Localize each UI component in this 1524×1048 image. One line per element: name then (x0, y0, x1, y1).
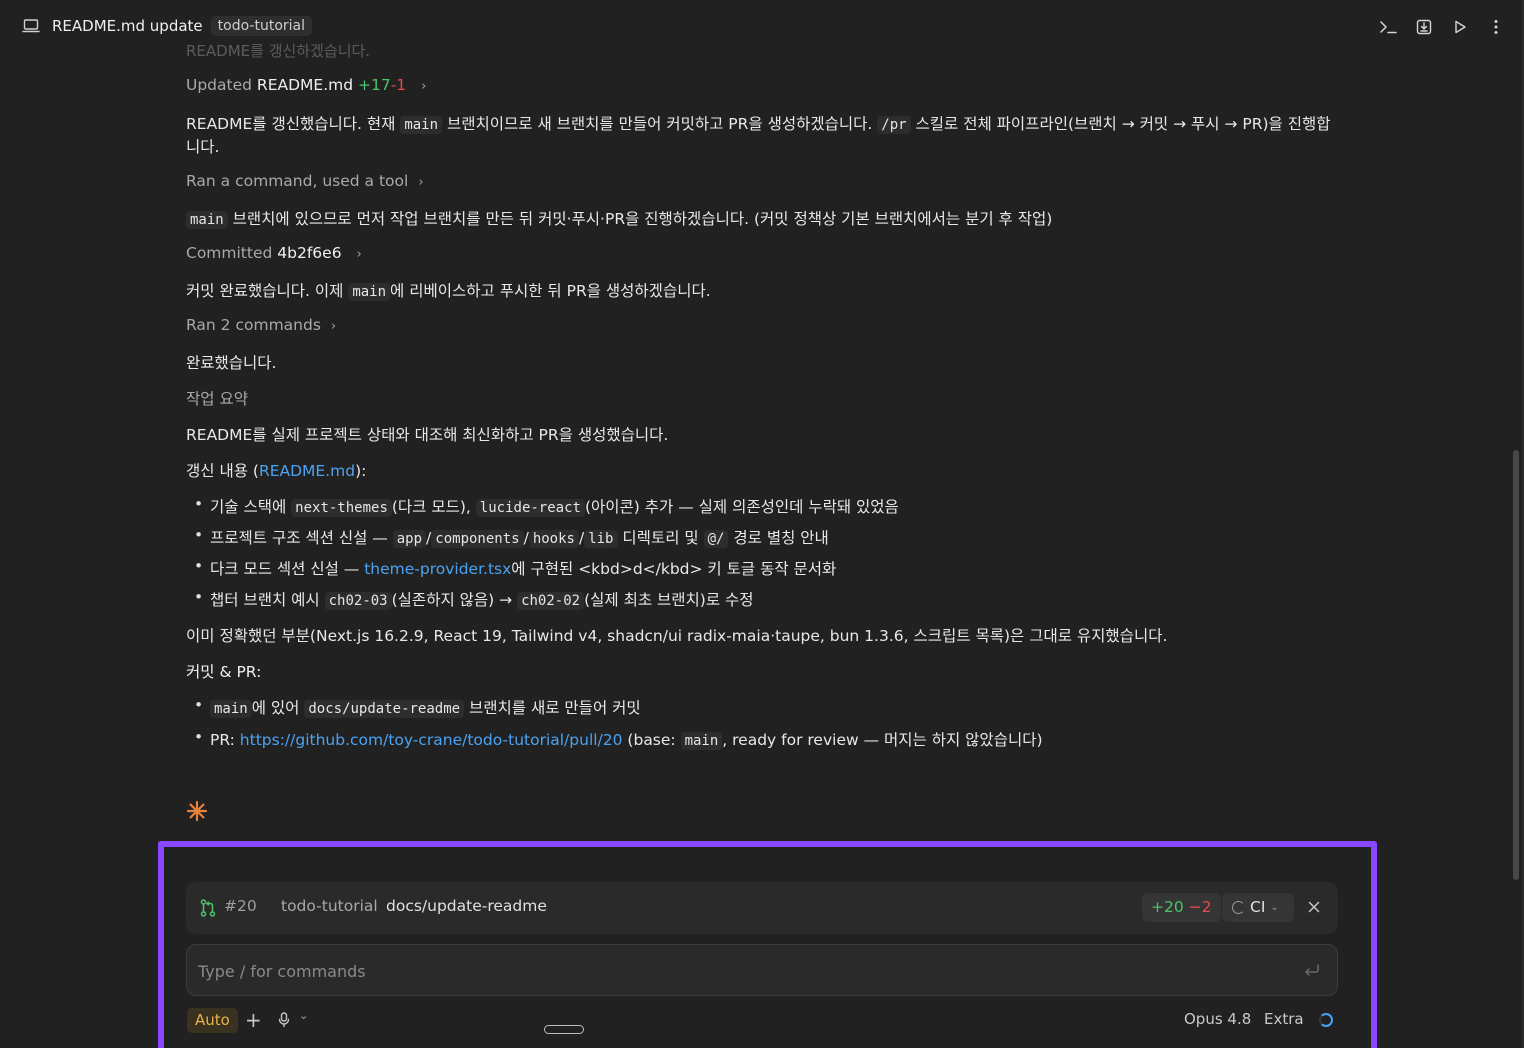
prompt-input[interactable] (198, 958, 1278, 984)
lines-added: +17 (358, 76, 391, 94)
assistant-message-1: README를 갱신했습니다. 현재 main 브랜치이므로 새 브랜치를 만들… (186, 115, 1331, 134)
pr-link[interactable]: https://github.com/toy-crane/todo-tutori… (240, 731, 623, 749)
assistant-message-3: 커밋 완료했습니다. 이제 main 에 리베이스하고 푸시한 뒤 PR을 생성하… (186, 282, 711, 301)
scrollbar[interactable] (1513, 450, 1519, 880)
list-item: 프로젝트 구조 섹션 신설 — app/components/hooks/lib… (194, 526, 829, 548)
download-icon[interactable] (1414, 17, 1434, 37)
enter-icon[interactable] (1303, 962, 1321, 978)
model-selector[interactable]: Opus 4.8 (1184, 1010, 1251, 1028)
tool-use-row[interactable]: Ran a command, used a tool › (186, 172, 424, 190)
chevron-down-icon[interactable]: ⌄ (299, 1009, 308, 1022)
pr-repo: todo-tutorial (281, 897, 378, 915)
updated-label: Updated (186, 76, 252, 94)
assistant-message-2: main 브랜치에 있으므로 먼저 작업 브랜치를 만든 뒤 커밋·푸시·PR을… (186, 207, 1052, 229)
mode-auto-button[interactable]: Auto (187, 1008, 238, 1033)
theme-provider-link[interactable]: theme-provider.tsx (364, 560, 511, 578)
loading-spinner-icon (1319, 1013, 1333, 1027)
pr-branch: docs/update-readme (386, 897, 547, 915)
summary-heading: 작업 요약 (186, 390, 248, 408)
commands-label: Ran 2 commands (186, 316, 321, 334)
close-icon[interactable] (1304, 897, 1324, 917)
ci-label: CI (1250, 898, 1266, 916)
readme-link[interactable]: README.md (259, 462, 355, 480)
lines-removed: -1 (390, 76, 407, 94)
ci-status-dropdown[interactable]: CI ⌄ (1222, 893, 1294, 922)
effort-selector[interactable]: Extra (1264, 1010, 1304, 1028)
list-item: PR: https://github.com/toy-crane/todo-tu… (194, 728, 1043, 750)
committed-row[interactable]: Committed 4b2f6e6 › (186, 244, 362, 262)
faded-message: README를 갱신하겠습니다. (186, 42, 371, 60)
pr-status-bar[interactable]: #20 todo-tutorial docs/update-readme +20… (186, 882, 1338, 934)
chevron-right-icon: › (421, 79, 427, 94)
list-item: main에 있어 docs/update-readme 브랜치를 새로 만들어 … (194, 696, 641, 718)
pr-lines-added: +20 (1151, 898, 1184, 916)
pr-diff-stat[interactable]: +20 −2 (1142, 893, 1221, 922)
summary-line: README를 실제 프로젝트 상태와 대조해 최신화하고 PR을 생성했습니다… (186, 426, 669, 444)
list-item: 챕터 브랜치 예시 ch02-03(실존하지 않음) → ch02-02(실제 … (194, 588, 754, 610)
more-vertical-icon[interactable] (1486, 17, 1506, 37)
kept-line: 이미 정확했던 부분(Next.js 16.2.9, React 19, Tai… (186, 627, 1168, 645)
pr-number[interactable]: #20 (224, 897, 257, 915)
microphone-icon[interactable] (278, 1012, 292, 1030)
updated-file-row[interactable]: Updated README.md +17-1 › (186, 76, 426, 94)
done-message: 완료했습니다. (186, 354, 277, 372)
commands-row[interactable]: Ran 2 commands › (186, 316, 336, 334)
prompt-box (186, 944, 1338, 996)
git-pull-request-icon (200, 899, 216, 917)
chevron-down-icon: ⌄ (1270, 902, 1279, 913)
plus-icon[interactable]: + (245, 1008, 263, 1032)
list-item: 다크 모드 섹션 신설 — theme-provider.tsx에 구현된 <k… (194, 557, 836, 579)
play-icon[interactable] (1450, 17, 1470, 37)
commit-hash: 4b2f6e6 (277, 244, 342, 262)
terminal-icon[interactable] (1378, 17, 1398, 37)
app-window: README.md update todo-tutorial README를 갱… (0, 0, 1524, 1048)
pr-lines-removed: −2 (1188, 898, 1212, 916)
commit-pr-heading: 커밋 & PR: (186, 663, 262, 681)
resize-handle[interactable] (544, 1025, 584, 1034)
assistant-message-1-cont: 니다. (186, 138, 220, 156)
committed-label: Committed (186, 244, 273, 262)
session-title: README.md update (52, 17, 203, 35)
tool-use-label: Ran a command, used a tool (186, 172, 409, 190)
ci-pending-icon (1232, 901, 1245, 914)
updated-file-name: README.md (256, 76, 354, 94)
sparkle-icon (186, 800, 208, 822)
list-item: 기술 스택에 next-themes(다크 모드), lucide-react(… (194, 495, 899, 517)
chevron-right-icon: › (330, 319, 337, 334)
repo-badge: todo-tutorial (210, 16, 313, 36)
changes-heading: 갱신 내용 (README.md): (186, 462, 367, 480)
chevron-right-icon: › (418, 175, 424, 190)
chevron-right-icon: › (356, 247, 362, 262)
laptop-icon (22, 18, 40, 34)
